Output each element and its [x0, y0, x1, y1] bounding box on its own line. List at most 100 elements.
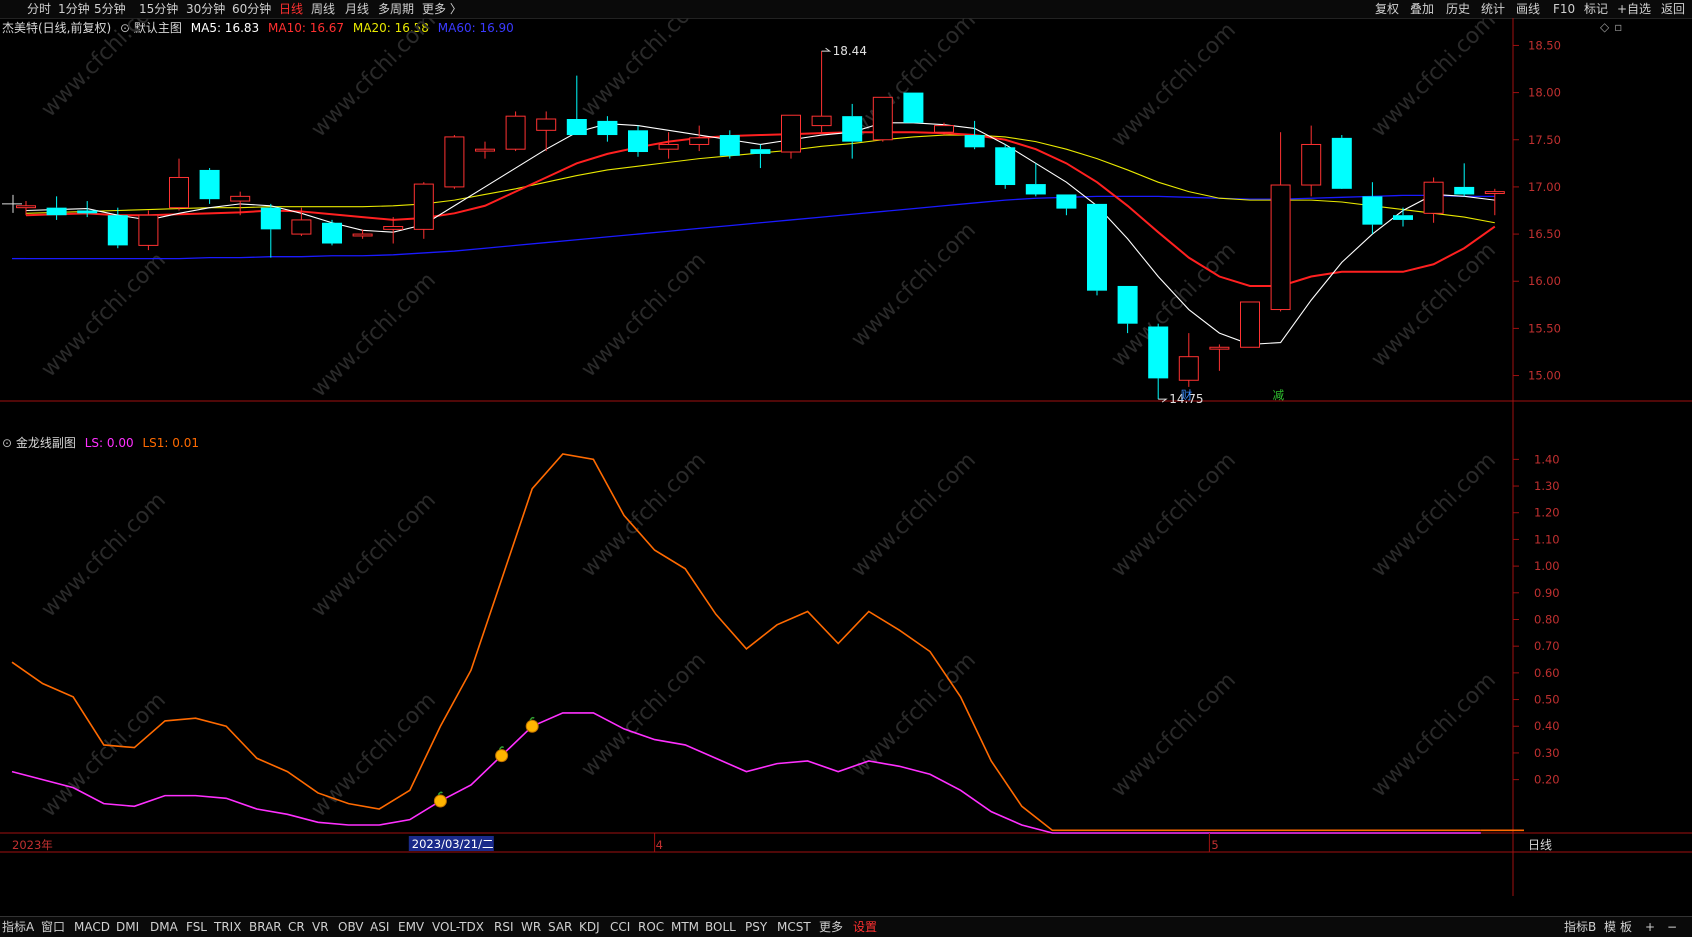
- candle-body: [199, 169, 220, 200]
- period-15min[interactable]: 15分钟: [139, 1, 178, 17]
- candle-body: [658, 143, 679, 150]
- bottom-right-control[interactable]: 指标B: [1564, 919, 1596, 935]
- candles: [16, 51, 1505, 400]
- add-watchlist-button[interactable]: +自选: [1617, 1, 1651, 17]
- bottom-right-control[interactable]: 板: [1620, 919, 1632, 935]
- candle: [872, 96, 893, 142]
- sub-tick-label: 1.30: [1534, 479, 1560, 493]
- period-60min[interactable]: 60分钟: [232, 1, 271, 17]
- period-weekly[interactable]: 周线: [311, 1, 335, 17]
- date-axis: 2023年 2023/03/21/二 4 5 日线: [12, 833, 1552, 852]
- bottom-right-control[interactable]: 模: [1604, 919, 1616, 935]
- indicator-tab-cr[interactable]: CR: [288, 919, 305, 935]
- indicator-tab-brar[interactable]: BRAR: [249, 919, 282, 935]
- price-tick-label: 15.50: [1528, 321, 1561, 335]
- stats-button[interactable]: 统计: [1481, 1, 1505, 17]
- watermark-text: www.cfchi.com: [847, 448, 981, 582]
- overlay-button[interactable]: 叠加: [1410, 1, 1434, 17]
- watermark-text: www.cfchi.com: [577, 248, 711, 382]
- candle-body: [1301, 143, 1322, 186]
- candle-body: [536, 118, 557, 131]
- indicator-tab-vol-tdx[interactable]: VOL-TDX: [432, 919, 484, 935]
- candle: [658, 132, 679, 159]
- signals: [433, 716, 539, 808]
- indicator-tab-指标a[interactable]: 指标A: [2, 919, 34, 935]
- candle: [903, 92, 924, 123]
- indicator-tab-macd[interactable]: MACD: [74, 919, 110, 935]
- candle-body: [413, 183, 434, 230]
- candle-body: [597, 120, 618, 136]
- watermark-text: www.cfchi.com: [307, 268, 441, 402]
- period-label: 日线: [1528, 838, 1552, 852]
- year-label: 2023年: [12, 838, 53, 852]
- candle-body: [1117, 285, 1138, 324]
- candle-body: [1087, 203, 1107, 291]
- indicator-tab-wr[interactable]: WR: [521, 919, 541, 935]
- candle-body: [566, 119, 587, 136]
- indicator-tab-dmi[interactable]: DMI: [116, 919, 139, 935]
- period-monthly[interactable]: 月线: [345, 1, 369, 17]
- price-tick-label: 16.00: [1528, 274, 1561, 288]
- period-30min[interactable]: 30分钟: [186, 1, 225, 17]
- f10-button[interactable]: F10: [1553, 1, 1575, 17]
- indicator-tab-emv[interactable]: EMV: [398, 919, 424, 935]
- candle-body: [260, 207, 281, 230]
- candle: [628, 125, 648, 157]
- candle-body: [1209, 346, 1230, 350]
- period-multi[interactable]: 多周期: [378, 1, 414, 17]
- period-fenshi[interactable]: 分时: [27, 1, 51, 17]
- candle-body: [1393, 215, 1413, 220]
- back-button[interactable]: 返回: [1661, 1, 1685, 17]
- indicator-tab-kdj[interactable]: KDJ: [579, 919, 600, 935]
- period-more[interactable]: 更多 〉: [422, 1, 462, 17]
- indicator-tab-fsl[interactable]: FSL: [186, 919, 207, 935]
- bottom-right-control[interactable]: −: [1667, 919, 1677, 935]
- indicator-tab-asi[interactable]: ASI: [370, 919, 389, 935]
- draw-button[interactable]: 画线: [1516, 1, 1540, 17]
- indicator-tab-boll[interactable]: BOLL: [705, 919, 736, 935]
- sub-tick-label: 0.80: [1534, 612, 1560, 626]
- indicator-tab-psy[interactable]: PSY: [745, 919, 767, 935]
- indicator-tab-设置[interactable]: 设置: [853, 919, 877, 935]
- ls1-line: [11, 453, 1481, 832]
- candle-body: [1056, 194, 1077, 209]
- candle-body: [689, 137, 710, 145]
- candle-body: [444, 136, 465, 188]
- indicator-tab-cci[interactable]: CCI: [610, 919, 630, 935]
- indicator-tab-mtm[interactable]: MTM: [671, 919, 699, 935]
- candle-body: [1148, 326, 1169, 379]
- indicator-tab-dma[interactable]: DMA: [150, 919, 178, 935]
- indicator-tab-sar[interactable]: SAR: [548, 919, 572, 935]
- indicator-tab-rsi[interactable]: RSI: [494, 919, 514, 935]
- sub-tick-label: 1.20: [1534, 506, 1560, 520]
- high-label: 18.44: [833, 44, 867, 58]
- adjust-button[interactable]: 复权: [1375, 1, 1399, 17]
- candle-body: [872, 96, 893, 141]
- indicator-tab-trix[interactable]: TRIX: [214, 919, 241, 935]
- period-5min[interactable]: 5分钟: [94, 1, 126, 17]
- watermark-text: www.cfchi.com: [577, 448, 711, 582]
- price-tick-label: 18.00: [1528, 86, 1561, 100]
- watermark-text: www.cfchi.com: [1367, 238, 1501, 372]
- indicator-tab-mcst[interactable]: MCST: [777, 919, 811, 935]
- candle-body: [46, 207, 67, 216]
- bottom-right-control[interactable]: +: [1645, 919, 1655, 935]
- candle: [1240, 301, 1260, 348]
- mark-button[interactable]: 标记: [1584, 1, 1608, 17]
- history-button[interactable]: 历史: [1446, 1, 1470, 17]
- period-daily[interactable]: 日线: [279, 1, 303, 17]
- candle-body: [138, 214, 159, 246]
- indicator-tab-窗口[interactable]: 窗口: [41, 919, 65, 935]
- indicator-tab-更多[interactable]: 更多: [819, 919, 843, 935]
- period-1min[interactable]: 1分钟: [58, 1, 90, 17]
- signal-coin-icon: [433, 794, 447, 808]
- candle-body: [230, 195, 251, 202]
- candle: [475, 141, 495, 159]
- candle: [781, 114, 801, 159]
- candle-body: [719, 135, 740, 156]
- signal-coin-icon: [495, 749, 509, 763]
- kline-chart[interactable]: www.cfchi.com www.cfchi.com www.cfchi.com w…: [0, 18, 1692, 916]
- indicator-tab-roc[interactable]: ROC: [638, 919, 664, 935]
- indicator-tab-obv[interactable]: OBV: [338, 919, 364, 935]
- indicator-tab-vr[interactable]: VR: [312, 919, 329, 935]
